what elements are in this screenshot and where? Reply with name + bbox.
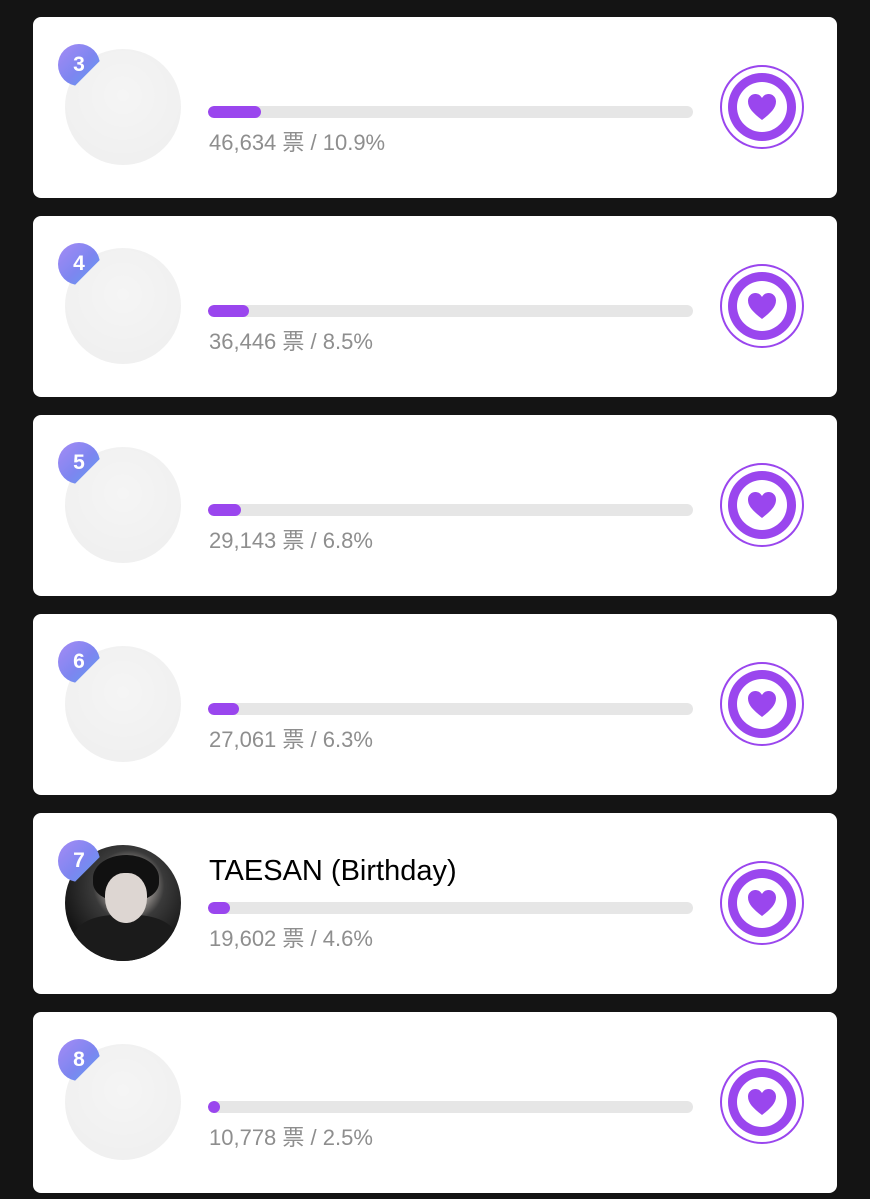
- vote-progress-fill: [208, 106, 261, 118]
- vote-card: 3 46,634 票 / 10.9%: [33, 17, 837, 198]
- heart-icon: [748, 890, 776, 916]
- vote-progress-bar: [208, 305, 693, 317]
- vote-button[interactable]: [720, 1060, 804, 1144]
- vote-progress-fill: [208, 305, 250, 317]
- vote-count: 10,778 票 / 2.5%: [209, 1125, 373, 1150]
- candidate-name: TAESAN (Birthday): [209, 855, 457, 887]
- vote-progress-bar: [208, 504, 693, 516]
- heart-icon: [748, 293, 776, 319]
- vote-card: 6 27,061 票 / 6.3%: [33, 614, 837, 795]
- vote-button[interactable]: [720, 264, 804, 348]
- vote-button[interactable]: [720, 65, 804, 149]
- vote-button[interactable]: [720, 662, 804, 746]
- vote-progress-fill: [208, 504, 241, 516]
- vote-card: 4 36,446 票 / 8.5%: [33, 216, 837, 397]
- heart-icon: [748, 94, 776, 120]
- vote-count: 19,602 票 / 4.6%: [209, 926, 373, 951]
- vote-progress-fill: [208, 703, 239, 715]
- vote-button[interactable]: [720, 463, 804, 547]
- vote-progress-fill: [208, 1101, 221, 1113]
- vote-progress-fill: [208, 902, 231, 914]
- vote-progress-bar: [208, 1101, 693, 1113]
- heart-icon: [748, 1089, 776, 1115]
- vote-count: 36,446 票 / 8.5%: [209, 329, 373, 354]
- vote-progress-bar: [208, 902, 693, 914]
- vote-card: 8 10,778 票 / 2.5%: [33, 1012, 837, 1193]
- vote-count: 46,634 票 / 10.9%: [209, 130, 386, 155]
- vote-card: 7 TAESAN (Birthday) 19,602 票 / 4.6%: [33, 813, 837, 994]
- vote-progress-bar: [208, 106, 693, 118]
- vote-progress-bar: [208, 703, 693, 715]
- vote-button[interactable]: [720, 861, 804, 945]
- heart-icon: [748, 492, 776, 518]
- vote-card: 5 29,143 票 / 6.8%: [33, 415, 837, 596]
- vote-count: 29,143 票 / 6.8%: [209, 528, 373, 553]
- heart-icon: [748, 691, 776, 717]
- vote-count: 27,061 票 / 6.3%: [209, 727, 373, 752]
